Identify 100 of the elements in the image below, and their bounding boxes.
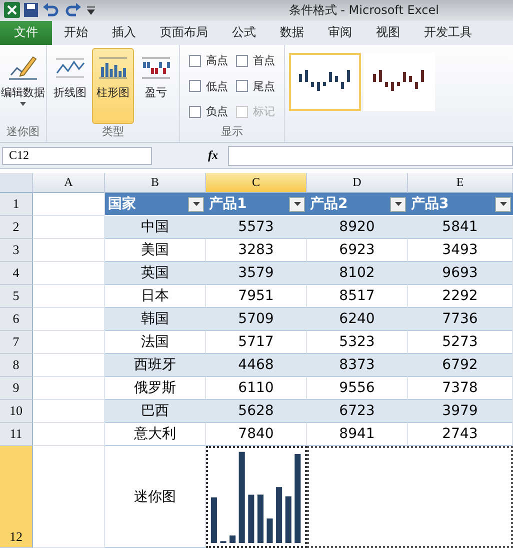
ribbon-tab[interactable]: 审阅 (316, 20, 364, 45)
name-box[interactable]: C12 (2, 146, 152, 165)
group-label: 显示 (220, 124, 244, 140)
table-cell: 8920 (307, 216, 408, 239)
ribbon-tab[interactable]: 文件 (0, 20, 52, 45)
column-header[interactable]: D (307, 173, 408, 193)
table-cell: 6792 (408, 354, 513, 377)
row-number[interactable]: 3 (0, 239, 33, 262)
sparkline-style[interactable] (363, 52, 435, 111)
row-number[interactable]: 12 (0, 446, 33, 548)
filter-dropdown[interactable] (289, 196, 305, 212)
checkbox-option[interactable]: 首点 (236, 50, 275, 72)
filter-dropdown[interactable] (390, 196, 406, 212)
ribbon-tab[interactable]: 插入 (100, 20, 148, 45)
checkbox[interactable] (236, 80, 248, 92)
header-text: 产品3 (411, 195, 449, 213)
formula-input[interactable] (228, 146, 513, 166)
filter-dropdown[interactable] (188, 196, 204, 212)
row-number[interactable]: 7 (0, 331, 33, 354)
redo-icon[interactable] (64, 3, 82, 18)
header-text: 产品1 (209, 195, 247, 213)
table-cell: 法国 (105, 331, 206, 354)
row-number[interactable]: 9 (0, 377, 33, 400)
caret-icon (500, 202, 506, 206)
table-cell: 迷你图 (105, 446, 206, 548)
table-cell: 8373 (307, 354, 408, 377)
ribbon-tab[interactable]: 视图 (364, 20, 412, 45)
table-cell: 英国 (105, 262, 206, 285)
caret-icon (192, 202, 200, 206)
excel-logo-icon (4, 2, 20, 18)
insert-function-button[interactable]: fx (208, 148, 218, 164)
table-cell: 中国 (105, 216, 206, 239)
caret-icon (294, 202, 300, 206)
ribbon-tab[interactable]: 开始 (52, 20, 100, 45)
table-cell: 5273 (408, 331, 513, 354)
row-number[interactable]: 11 (0, 423, 33, 446)
caret-icon (20, 102, 26, 106)
ribbon-tab[interactable]: 开发工具 (412, 20, 484, 45)
table-cell: 7378 (408, 377, 513, 400)
checkbox[interactable] (189, 106, 201, 118)
table-cell: 2743 (408, 423, 513, 446)
header-text: 国家 (108, 195, 136, 213)
table-cell: 5717 (206, 331, 307, 354)
table-cell: 8517 (307, 285, 408, 308)
ribbon-button[interactable]: 折线图 (50, 48, 90, 124)
table-cell: 9556 (307, 377, 408, 400)
table-cell: 3579 (206, 262, 307, 285)
checkbox[interactable] (189, 54, 201, 67)
column-header[interactable]: C (206, 173, 307, 193)
row-number[interactable]: 2 (0, 216, 33, 239)
table-cell: 意大利 (105, 423, 206, 446)
checkbox[interactable] (189, 80, 201, 92)
table-cell: 美国 (105, 239, 206, 262)
filter-dropdown[interactable] (495, 196, 511, 212)
table-cell: 3979 (408, 400, 513, 423)
save-icon[interactable] (24, 3, 38, 18)
table-cell: 8102 (307, 262, 408, 285)
row-number[interactable]: 1 (0, 193, 33, 216)
checkbox-option[interactable]: 低点 (189, 75, 228, 97)
row-number[interactable]: 5 (0, 285, 33, 308)
table-cell: 5709 (206, 308, 307, 331)
table-cell: 西班牙 (105, 354, 206, 377)
checkbox[interactable] (236, 54, 248, 67)
ribbon-button[interactable]: 盈亏 (136, 48, 176, 124)
table-cell: 3283 (206, 239, 307, 262)
table-cell: 3493 (408, 239, 513, 262)
table-cell: 6723 (307, 400, 408, 423)
table-cell: 5628 (206, 400, 307, 423)
checkbox-option[interactable]: 负点 (189, 100, 228, 122)
checkbox-option[interactable]: 尾点 (236, 75, 275, 97)
row-number[interactable]: 6 (0, 308, 33, 331)
sparkline-style[interactable] (289, 52, 361, 111)
table-cell: 5841 (408, 216, 513, 239)
table-cell: 8941 (307, 423, 408, 446)
customize-caret-icon[interactable] (86, 5, 96, 16)
undo-icon[interactable] (42, 3, 60, 18)
ribbon-tab[interactable]: 页面布局 (148, 20, 220, 45)
table-cell: 2292 (408, 285, 513, 308)
row-number[interactable]: 8 (0, 354, 33, 377)
ribbon-tab[interactable]: 数据 (268, 20, 316, 45)
ribbon-button[interactable]: 柱形图 (92, 48, 134, 124)
table-cell: 6923 (307, 239, 408, 262)
row-number[interactable]: 10 (0, 400, 33, 423)
ribbon-button[interactable]: 编辑数据 (3, 48, 43, 124)
column-header[interactable]: B (105, 173, 206, 193)
table-cell: 7840 (206, 423, 307, 446)
table-cell: 7951 (206, 285, 307, 308)
table-cell: 韩国 (105, 308, 206, 331)
table-cell: 5323 (307, 331, 408, 354)
column-header[interactable]: A (33, 173, 105, 193)
ribbon-tab[interactable]: 公式 (220, 20, 268, 45)
table-cell: 6240 (307, 308, 408, 331)
checkbox-option[interactable]: 高点 (189, 50, 228, 72)
row-number[interactable]: 4 (0, 262, 33, 285)
window-title: 条件格式 - Microsoft Excel (288, 2, 439, 19)
header-text: 产品2 (310, 195, 348, 213)
table-cell: 5573 (206, 216, 307, 239)
column-header[interactable]: E (408, 173, 513, 193)
caret-icon (394, 202, 402, 206)
table-cell: 9693 (408, 262, 513, 285)
